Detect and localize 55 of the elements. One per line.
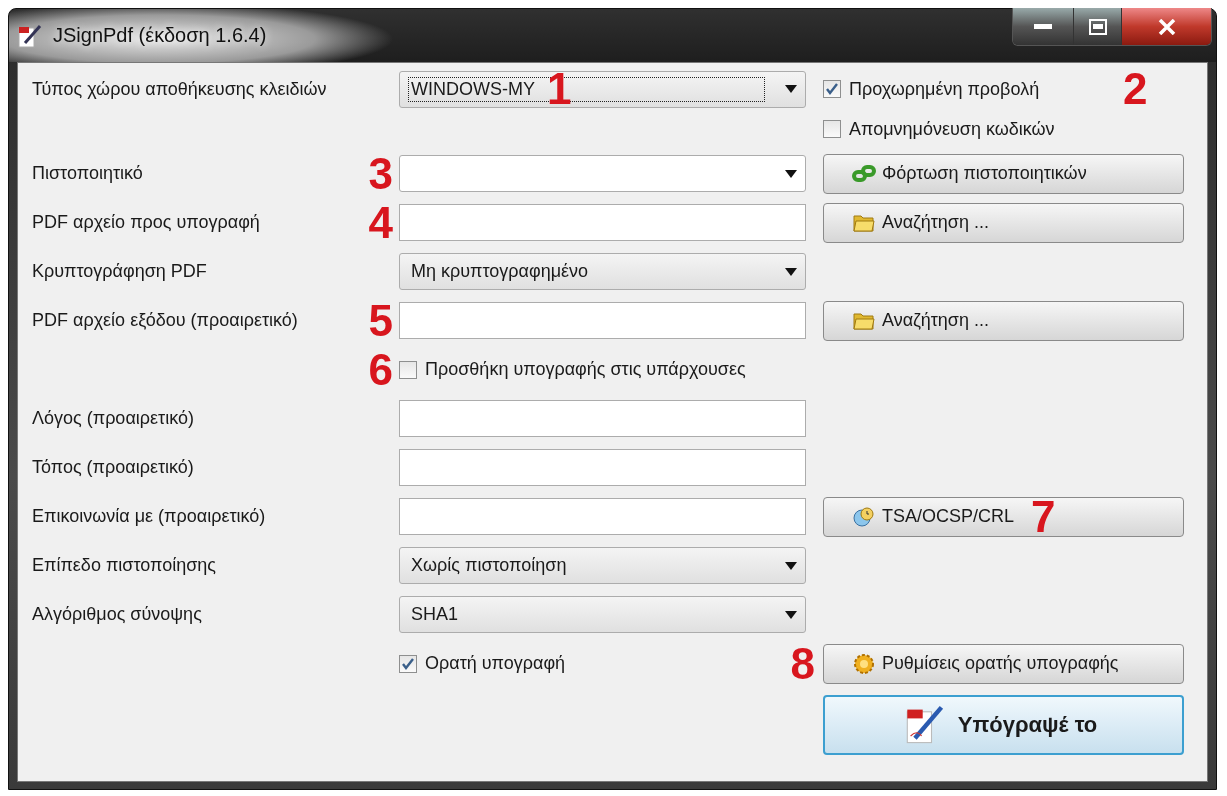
field-label: Λόγος (προαιρετικό) bbox=[32, 408, 194, 429]
annotation-number: 8 bbox=[790, 641, 815, 686]
close-icon bbox=[1157, 18, 1176, 35]
annotation-number: 6 bbox=[368, 347, 393, 392]
checkbox[interactable] bbox=[399, 360, 417, 379]
input-field[interactable] bbox=[399, 400, 806, 437]
annotation-number: 7 bbox=[1031, 494, 1056, 539]
field-label: Τύπος χώρου αποθήκευσης κλειδιών bbox=[32, 78, 327, 100]
minimize-icon bbox=[1034, 23, 1052, 30]
annotation-number: 4 bbox=[368, 200, 393, 245]
field-label: Επίπεδο πιστοποίησης bbox=[32, 555, 217, 576]
checkbox[interactable] bbox=[823, 80, 841, 98]
field-label: PDF αρχείο προς υπογραφή bbox=[32, 212, 260, 233]
button[interactable]: Φόρτωση πιστοποιητικών bbox=[823, 153, 1184, 194]
checkbox-label[interactable]: Απομνημόνευση κωδικών bbox=[849, 118, 1055, 140]
button[interactable]: Αναζήτηση ... bbox=[823, 300, 1184, 341]
checkbox-label[interactable]: Προχωρημένη προβολή bbox=[849, 78, 1040, 100]
minimize-button[interactable] bbox=[1013, 8, 1073, 45]
field-label: Τόπος (προαιρετικό) bbox=[32, 457, 194, 478]
maximize-button[interactable] bbox=[1073, 8, 1121, 45]
checkbox-label[interactable]: Προσθήκη υπογραφής στις υπάρχουσες bbox=[425, 359, 746, 380]
caret-icon bbox=[785, 561, 797, 570]
checkbox-label[interactable]: Ορατή υπογραφή bbox=[425, 653, 566, 674]
field-label: Κρυπτογράφηση PDF bbox=[32, 261, 207, 282]
input-field[interactable] bbox=[399, 302, 806, 339]
annotation-number: 3 bbox=[368, 151, 393, 196]
field-label: Πιστοποιητικό bbox=[32, 163, 143, 184]
window-title: JSignPdf (έκδοση 1.6.4) bbox=[53, 24, 267, 47]
caret-icon bbox=[785, 85, 797, 93]
annotation-number: 5 bbox=[368, 298, 393, 343]
dropdown[interactable]: SHA1 bbox=[399, 596, 806, 633]
button[interactable]: Αναζήτηση ... bbox=[823, 202, 1184, 243]
checkbox[interactable] bbox=[399, 654, 417, 673]
globe-clock-icon bbox=[852, 504, 876, 529]
dropdown[interactable]: Μη κρυπτογραφημένο bbox=[399, 253, 806, 290]
button[interactable]: Ρυθμίσεις ορατής υπογραφής bbox=[823, 643, 1184, 684]
input-field[interactable] bbox=[399, 204, 806, 241]
input-field[interactable] bbox=[399, 449, 806, 486]
field-label: PDF αρχείο εξόδου (προαιρετικό) bbox=[32, 310, 298, 331]
sign-button[interactable]: Υπόγραψέ το bbox=[823, 695, 1184, 755]
field-label: Επικοινωνία με (προαιρετικό) bbox=[32, 506, 266, 527]
app-icon bbox=[17, 22, 43, 49]
caret-icon bbox=[785, 169, 797, 178]
dropdown[interactable] bbox=[399, 155, 806, 192]
annotation-number: 1 bbox=[547, 67, 572, 111]
annotation-number: 2 bbox=[1123, 67, 1148, 111]
caret-icon bbox=[785, 267, 797, 276]
maximize-icon bbox=[1088, 18, 1107, 35]
dropdown[interactable]: Χωρίς πιστοποίηση bbox=[399, 547, 806, 584]
input-field[interactable] bbox=[399, 498, 806, 535]
gear-icon bbox=[852, 651, 876, 676]
checkbox[interactable] bbox=[823, 120, 841, 138]
caret-icon bbox=[785, 610, 797, 619]
close-button[interactable] bbox=[1121, 8, 1211, 45]
field-label: Αλγόριθμος σύνοψης bbox=[32, 604, 202, 625]
